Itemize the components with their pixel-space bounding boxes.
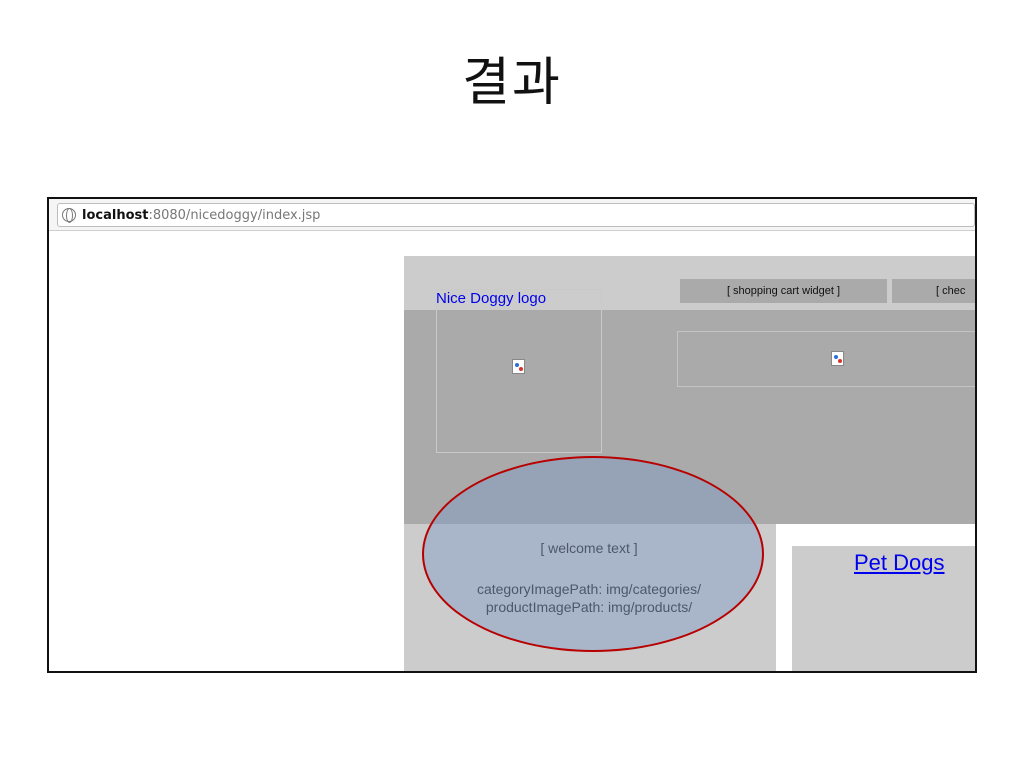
url-path: :8080/nicedoggy/index.jsp xyxy=(148,207,321,223)
page-viewport: Nice Doggy logo [ shopping cart widget ]… xyxy=(49,232,975,671)
slide-title: 결과 xyxy=(462,53,562,113)
broken-image-icon xyxy=(512,359,525,374)
browser-window: localhost:8080/nicedoggy/index.jsp Nice … xyxy=(47,197,977,673)
checkout-widget[interactable]: [ chec xyxy=(892,279,975,303)
url-host: localhost xyxy=(82,207,149,223)
address-bar: localhost:8080/nicedoggy/index.jsp xyxy=(49,199,975,231)
highlight-ellipse xyxy=(422,456,764,652)
logo-label[interactable]: Nice Doggy logo xyxy=(436,290,546,307)
globe-icon xyxy=(62,208,76,223)
shopping-cart-widget[interactable]: [ shopping cart widget ] xyxy=(680,279,887,303)
broken-image-icon xyxy=(831,351,844,366)
url-field[interactable]: localhost:8080/nicedoggy/index.jsp xyxy=(57,203,975,227)
category-link-pet-dogs[interactable]: Pet Dogs xyxy=(854,550,945,576)
banner-image-box xyxy=(677,331,975,387)
